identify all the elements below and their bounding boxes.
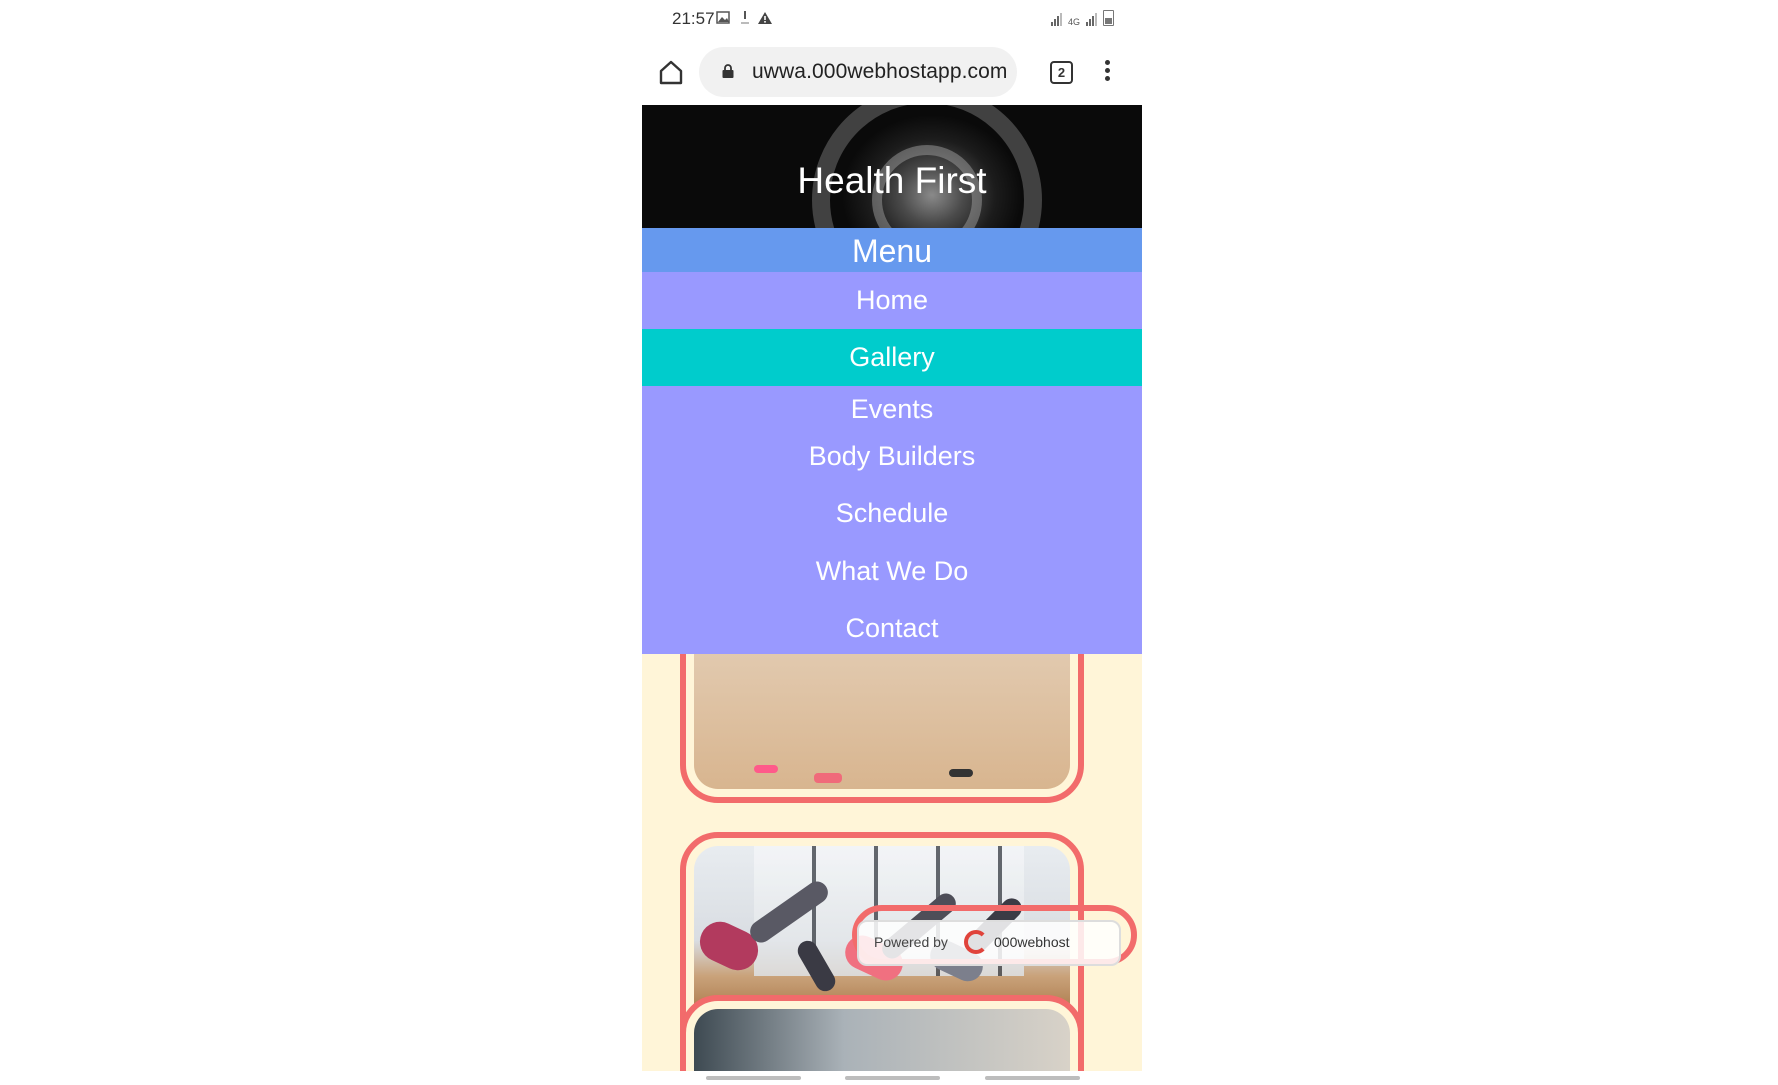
address-bar[interactable]: uwwa.000webhostapp.com [699,47,1017,97]
system-nav-bar [642,1071,1142,1085]
status-right-icons: 4G [1050,10,1114,27]
network-type: 4G [1067,17,1080,27]
powered-by-label: Powered by [874,934,948,950]
signal-icon-2 [1086,12,1097,26]
nav-handle-center[interactable] [845,1076,940,1080]
url-text: uwwa.000webhostapp.com [752,60,1008,83]
menu-item-home[interactable]: Home [642,272,1142,329]
menu-item-gallery[interactable]: Gallery [642,329,1142,386]
menu-item-what-we-do[interactable]: What We Do [642,540,1142,597]
gallery-frame-3 [680,995,1084,1071]
phone-screen: 21:57 4G uwwa.000webhostapp.com 2 Health… [642,0,1142,1085]
image-notification-icon [716,11,730,24]
webhost-logo-icon [964,930,988,954]
webhost-brand: 000webhost [994,934,1070,950]
menu-toggle[interactable]: Menu [642,228,1142,272]
nav-handle-right[interactable] [985,1076,1080,1080]
signal-icon [1050,12,1062,26]
download-icon [741,11,749,24]
battery-icon [1103,10,1114,26]
nav-handle-left[interactable] [706,1076,801,1080]
menu-item-schedule[interactable]: Schedule [642,482,1142,540]
menu-item-contact[interactable]: Contact [642,597,1142,654]
status-bar: 21:57 4G [642,0,1142,38]
more-icon[interactable] [1104,60,1110,86]
menu-item-events[interactable]: Events [642,386,1142,430]
tabs-icon[interactable]: 2 [1050,61,1073,84]
site-title: Health First [797,160,987,201]
gallery-image-3 [694,1009,1070,1071]
warning-icon [758,12,772,24]
lock-icon [722,64,734,78]
powered-by-badge[interactable]: Powered by 000webhost [857,920,1121,966]
home-icon[interactable] [657,58,685,86]
browser-toolbar: uwwa.000webhostapp.com 2 [642,42,1142,104]
status-time: 21:57 [672,9,715,28]
hero-header: Health First [642,105,1142,228]
menu-item-body-builders[interactable]: Body Builders [642,430,1142,482]
